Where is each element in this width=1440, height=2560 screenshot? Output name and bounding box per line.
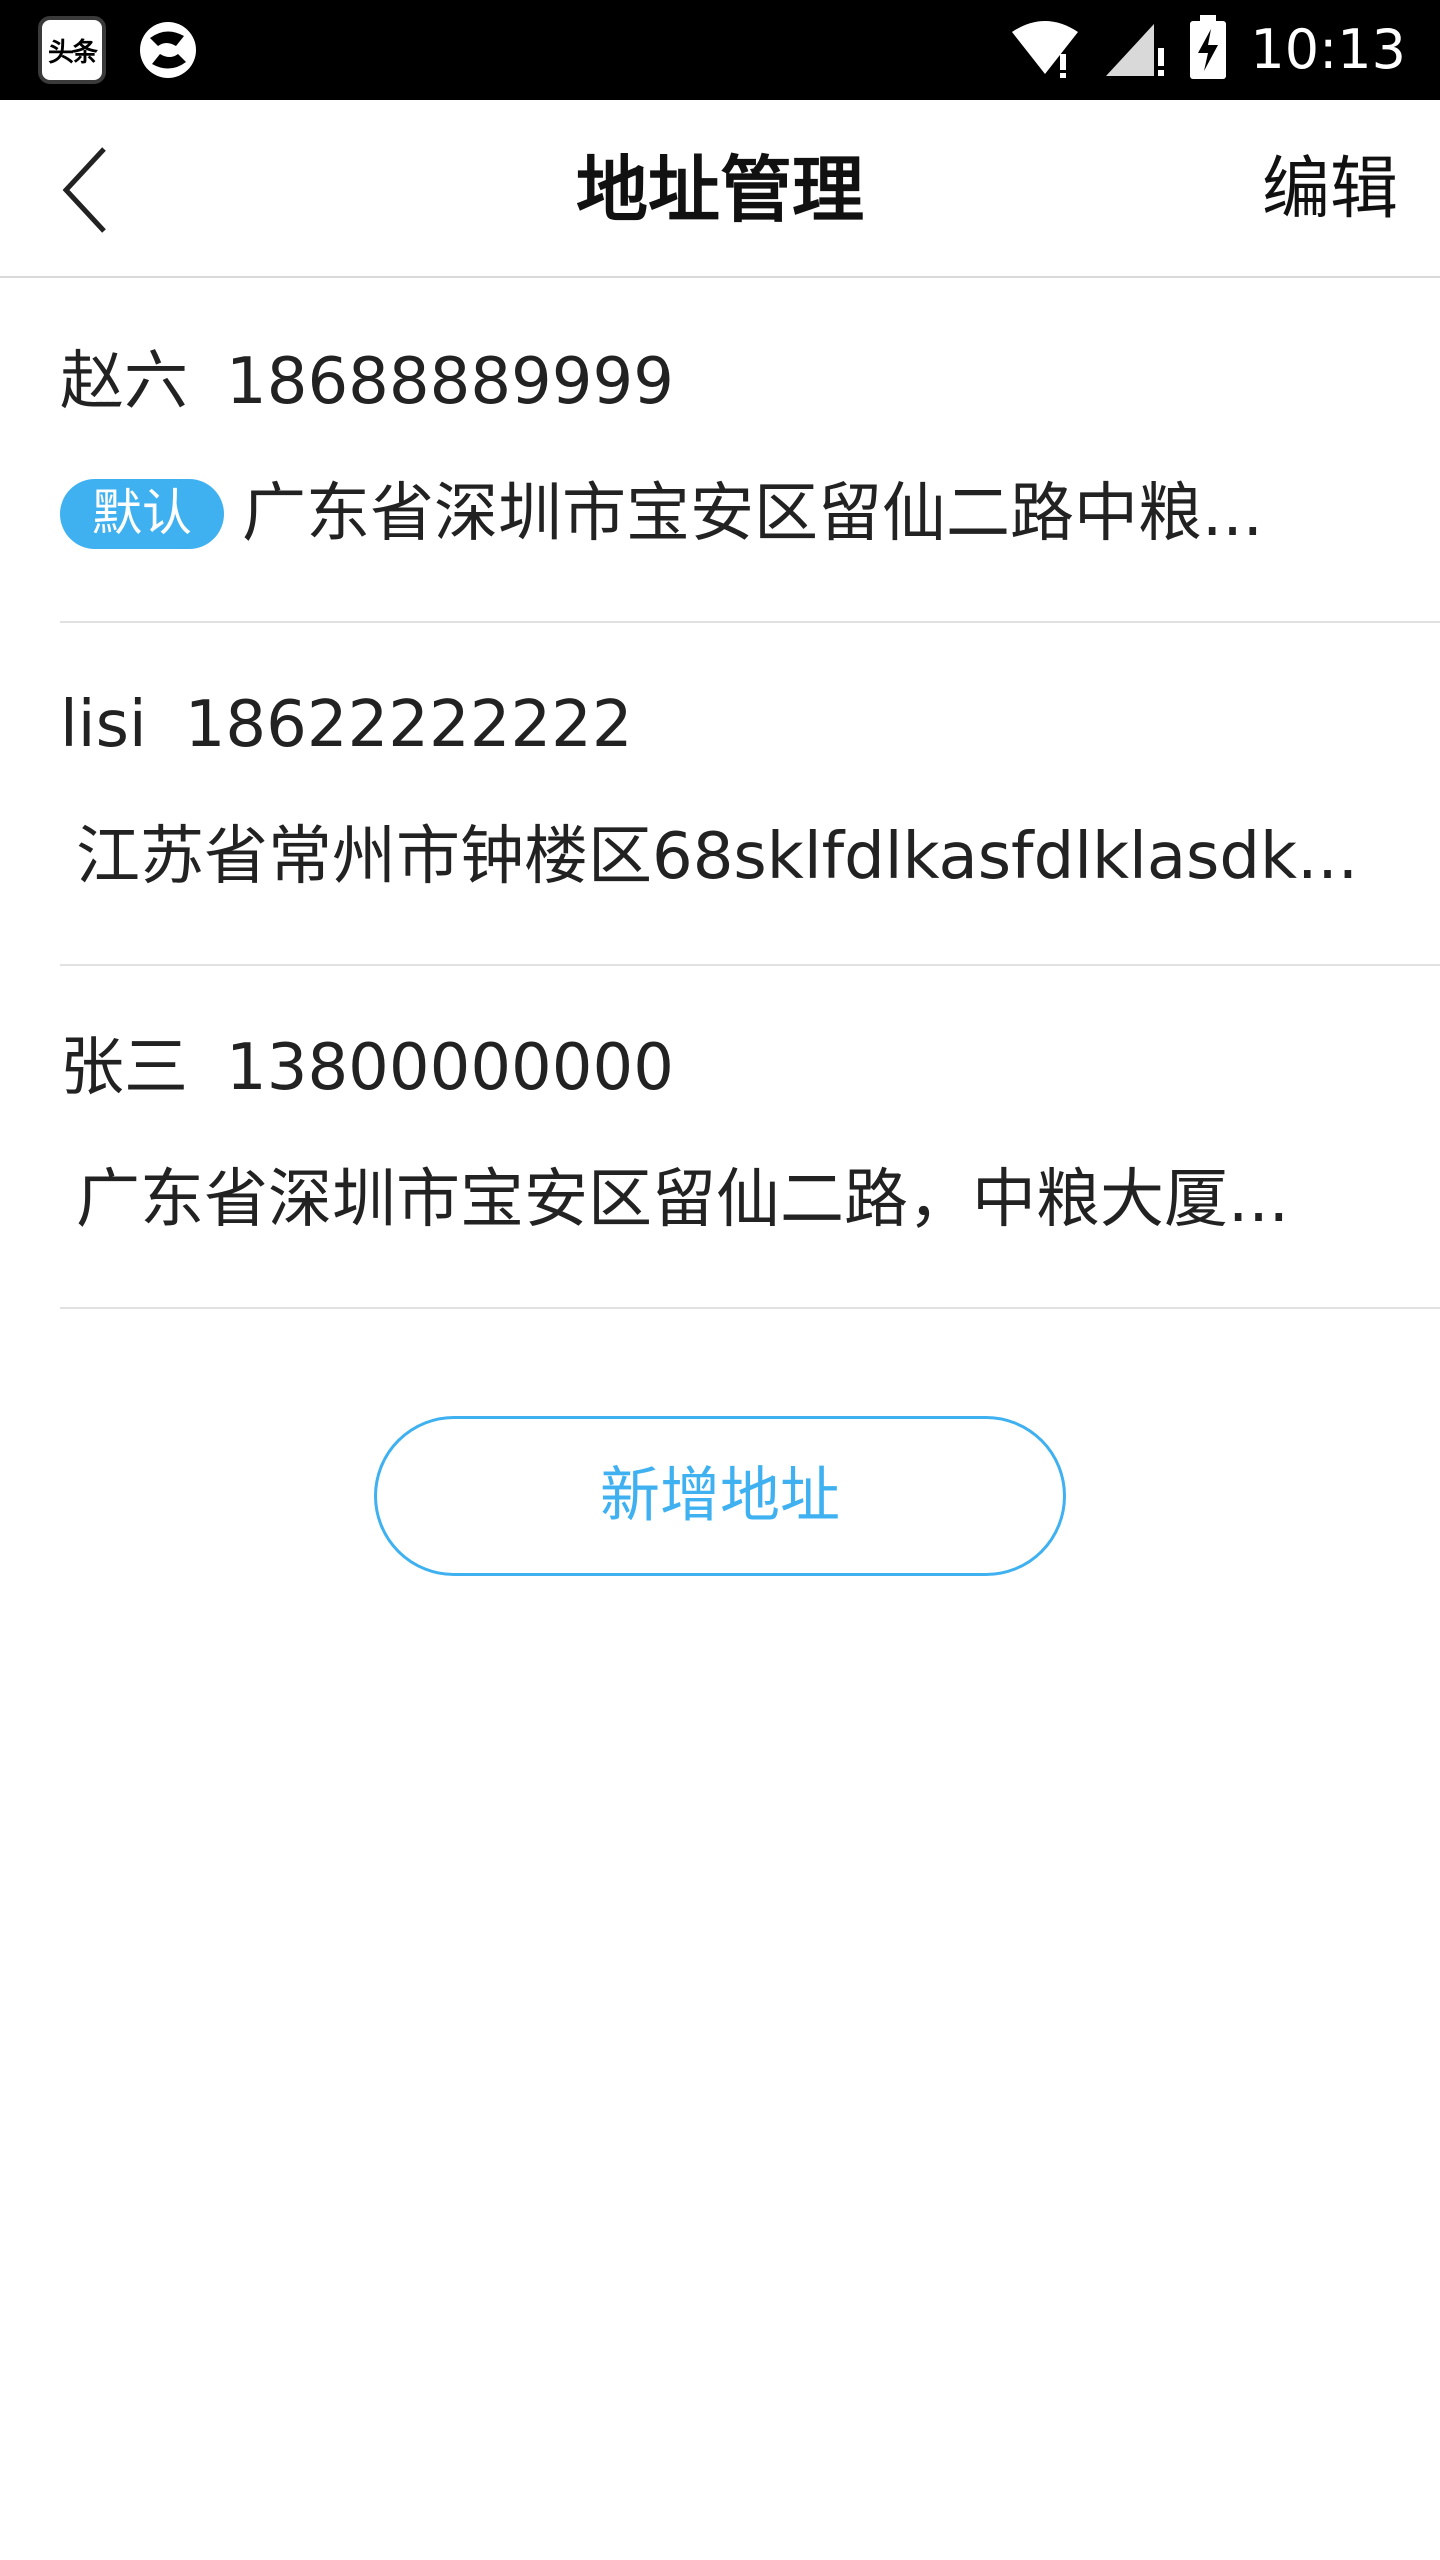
contact-name: 赵六 — [60, 345, 188, 419]
contact-name: lisi — [60, 688, 147, 762]
address-detail: 江苏省常州市钟楼区68sklfdlkasfdlklasdk... — [60, 813, 1380, 901]
contact-phone: 18622222222 — [184, 688, 633, 762]
add-address-button[interactable]: 新增地址 — [374, 1416, 1066, 1576]
signal-icon — [1102, 18, 1166, 82]
contact-name: 张三 — [60, 1031, 188, 1105]
status-time: 10:13 — [1250, 18, 1406, 81]
address-text: 广东省深圳市宝安区留仙二路，中粮大厦... — [76, 1163, 1290, 1237]
wifi-icon — [1010, 18, 1080, 82]
address-item[interactable]: 张三 13800000000 广东省深圳市宝安区留仙二路，中粮大厦... — [60, 966, 1440, 1309]
address-contact: lisi 18622222222 — [60, 681, 633, 769]
address-list: 赵六 18688889999 默认 广东省深圳市宝安区留仙二路中粮... lisi… — [0, 280, 1440, 1309]
default-badge: 默认 — [60, 479, 224, 549]
address-text: 广东省深圳市宝安区留仙二路中粮... — [242, 477, 1264, 551]
status-bar: 头条 10:13 — [0, 0, 1440, 100]
address-contact: 赵六 18688889999 — [60, 338, 674, 426]
news-app-label: 头条 — [47, 37, 98, 68]
page-title: 地址管理 — [575, 148, 864, 232]
header: 地址管理 编辑 — [0, 100, 1440, 278]
address-item[interactable]: 赵六 18688889999 默认 广东省深圳市宝安区留仙二路中粮... — [60, 280, 1440, 623]
sync-icon — [136, 18, 200, 82]
status-right: 10:13 — [1010, 14, 1406, 86]
contact-phone: 13800000000 — [226, 1031, 674, 1105]
address-detail: 广东省深圳市宝安区留仙二路，中粮大厦... — [60, 1156, 1380, 1244]
edit-button[interactable]: 编辑 — [1262, 144, 1398, 236]
address-detail: 默认 广东省深圳市宝安区留仙二路中粮... — [60, 470, 1380, 558]
battery-charging-icon — [1188, 15, 1228, 85]
status-left: 头条 — [38, 16, 200, 84]
news-app-icon: 头条 — [38, 16, 106, 84]
address-text: 江苏省常州市钟楼区68sklfdlkasfdlklasdk... — [76, 820, 1359, 894]
address-contact: 张三 13800000000 — [60, 1024, 674, 1112]
contact-phone: 18688889999 — [226, 345, 674, 419]
address-item[interactable]: lisi 18622222222 江苏省常州市钟楼区68sklfdlkasfdlk… — [60, 623, 1440, 966]
